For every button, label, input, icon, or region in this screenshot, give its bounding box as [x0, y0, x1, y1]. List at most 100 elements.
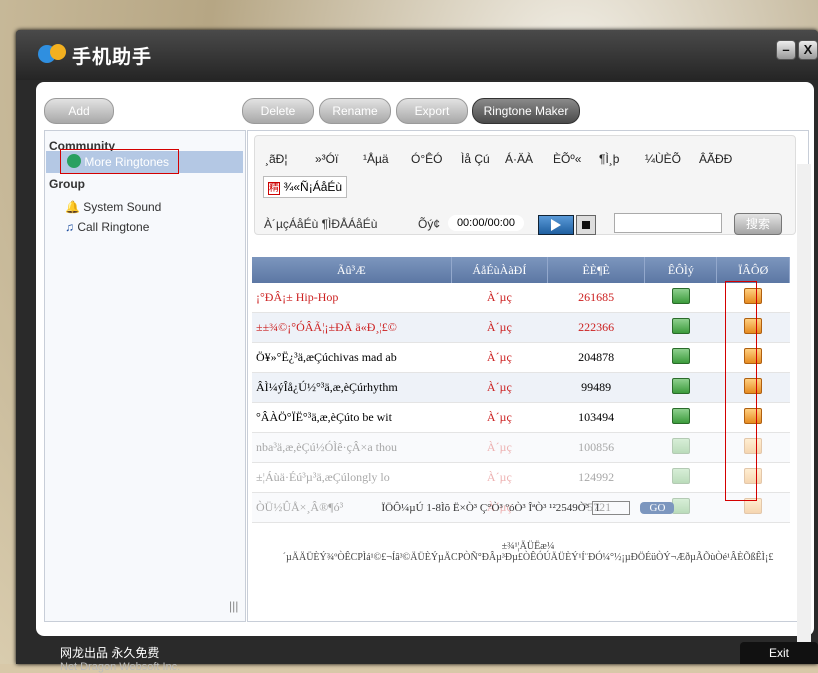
close-button[interactable]: X [798, 40, 818, 60]
ringtone-name: ¡°ÐÂ¡± Hip-Hop [252, 283, 452, 313]
footer-line2: Net Dragon Websoft Inc. [60, 661, 181, 673]
tab-label: ¾«Ñ¡ÁåÉù [283, 180, 343, 194]
preview-cell [644, 312, 717, 343]
ringtone-table: Ãû³Æ ÁåÉùÀàÐÍ ÈÈ¶È ÊÔÌý ÏÂÔØ ¡°ÐÂ¡± Hip-… [252, 257, 790, 523]
exit-button[interactable]: Exit [740, 642, 818, 664]
disclaimer-note: ±¾¹¦ÄÜËæ¼´µÄÄÜÈÝ¾ºÒÊCPÌá¹©£¬Íâ³©ÄÜÈÝµÄCP… [282, 541, 774, 563]
pager-text: ÏÖÔ¼µÚ 1-8Ìõ Ë×Ò³ Ç°Ò³ ºóÒ³ ÎªÒ³ ¹²2549Ò… [381, 502, 589, 514]
export-button[interactable]: Export [396, 98, 468, 124]
category-tab[interactable]: ÂÃÐÐ [699, 152, 732, 166]
table-row[interactable]: nba³ä,æ,èÇú½ÓÌê·çÂ×a thou À´µç 100856 [252, 432, 790, 463]
minimize-button[interactable]: – [776, 40, 796, 60]
bell-icon: 🔔 [65, 200, 80, 214]
ringtone-type: À´µç [451, 432, 548, 463]
category-tab[interactable]: ¶Ì¸þ [599, 152, 619, 166]
highlight-box [60, 149, 179, 174]
preview-icon[interactable] [671, 377, 690, 394]
preview-cell [644, 283, 717, 313]
player-bar: À´µçÁåÉù ¶ÌÐÅÁåÉù Õý¢ 00:00/00:00 搜索 [258, 203, 783, 237]
category-tab[interactable]: ÈÕº« [553, 152, 581, 166]
tab-featured[interactable]: 精 ¾«Ñ¡ÁåÉù [263, 176, 348, 198]
ringtone-heat: 100856 [547, 432, 645, 463]
featured-icon: 精 [268, 182, 280, 195]
ringtone-heat: 261685 [547, 283, 645, 313]
preview-icon[interactable] [671, 437, 690, 454]
preview-icon[interactable] [671, 287, 690, 304]
sidebar-item-system-sound[interactable]: 🔔 System Sound [65, 197, 161, 217]
search-button[interactable]: 搜索 [734, 213, 782, 235]
ringtone-content: ¸ãÐ¦ »³Óï ¹Åµä Ó°ÊÓ Ìå Çú Á·ÄÀ ÈÕº« ¶Ì¸þ… [247, 130, 809, 622]
ringtone-type: À´µç [451, 342, 548, 373]
table-row[interactable]: ÂÌ¼ýÎå¿Ú½°³ä,æ,èÇúrhythm À´µç 99489 [252, 372, 790, 403]
preview-cell [644, 372, 717, 403]
pagination: ÏÖÔ¼µÚ 1-8Ìõ Ë×Ò³ Ç°Ò³ ºóÒ³ ÎªÒ³ ¹²2549Ò… [248, 501, 808, 515]
ringtone-heat: 204878 [547, 342, 645, 373]
category-tab[interactable]: ¼ÙÈÕ [645, 152, 681, 166]
category-tab[interactable]: Ìå Çú [461, 152, 490, 166]
ringtone-heat: 103494 [547, 402, 645, 433]
ringtone-heat: 99489 [547, 372, 645, 403]
ringtone-type: À´µç [451, 402, 548, 433]
app-window: 手机助手 – X Add Delete Rename Export Ringto… [16, 30, 818, 673]
preview-cell [644, 402, 717, 433]
ringtone-heat: 124992 [547, 462, 645, 493]
table-row[interactable]: °ÂÀÖ°ÏË°³ä,æ,èÇúto be wit À´µç 103494 [252, 402, 790, 433]
preview-icon[interactable] [671, 467, 690, 484]
ringtone-type: À´µç [451, 312, 548, 343]
ringtone-name: ÂÌ¼ýÎå¿Ú½°³ä,æ,èÇúrhythm [252, 372, 452, 403]
add-button[interactable]: Add [44, 98, 114, 124]
ringtone-name: °ÂÀÖ°ÏË°³ä,æ,èÇúto be wit [252, 402, 452, 433]
category-tab[interactable]: »³Óï [315, 152, 338, 166]
music-note-icon: ♫ [65, 220, 74, 234]
player-type-label: À´µçÁåÉù ¶ÌÐÅÁåÉù [264, 217, 378, 231]
sidebar-item-call-ringtone[interactable]: ♫ Call Ringtone [65, 217, 149, 237]
download-highlight-box [725, 281, 757, 501]
app-logo-icon [38, 44, 66, 63]
preview-cell [644, 342, 717, 373]
ringtone-heat: 222366 [547, 312, 645, 343]
column-header[interactable]: ÁåÉùÀàÐÍ [451, 257, 549, 283]
sidebar-item-label: Call Ringtone [77, 220, 150, 234]
search-input[interactable] [614, 213, 722, 233]
ringtone-type: À´µç [451, 372, 548, 403]
sidebar-collapse-handle[interactable]: ||| [229, 599, 238, 613]
ringtone-name: nba³ä,æ,èÇú½ÓÌê·çÂ×a thou [252, 432, 452, 463]
table-row[interactable]: ¡°ÐÂ¡± Hip-Hop À´µç 261685 [252, 283, 790, 313]
preview-icon[interactable] [671, 347, 690, 364]
ringtone-name: Ö¥»°Ë¿³ä,æÇúchivas mad ab [252, 342, 452, 373]
preview-icon[interactable] [671, 407, 690, 424]
time-display: 00:00/00:00 [448, 215, 524, 231]
page-input[interactable]: 1 [591, 501, 630, 515]
column-header[interactable]: ÈÈ¶È [547, 257, 646, 283]
ringtone-type: À´µç [451, 283, 548, 313]
table-header: Ãû³Æ ÁåÉùÀàÐÍ ÈÈ¶È ÊÔÌý ÏÂÔØ [252, 257, 790, 283]
column-header[interactable]: Ãû³Æ [252, 257, 452, 283]
table-row[interactable]: Ö¥»°Ë¿³ä,æÇúchivas mad ab À´µç 204878 [252, 342, 790, 373]
play-icon [551, 219, 561, 231]
preview-icon[interactable] [671, 317, 690, 334]
table-row[interactable]: ±¦Áùä·Éú³µ³ä,æÇúlongly lo À´µç 124992 [252, 462, 790, 493]
stop-button[interactable] [576, 215, 596, 235]
delete-button[interactable]: Delete [242, 98, 314, 124]
category-tab[interactable]: Á·ÄÀ [505, 152, 533, 166]
sidebar: Community More Ringtones Group 🔔 System … [44, 130, 246, 622]
column-header[interactable]: ÏÂÔØ [716, 257, 790, 283]
footer-brand: 网龙出品 永久免费 Net Dragon Websoft Inc. [60, 644, 180, 673]
ringtone-name: ±¦Áùä·Éú³µ³ä,æÇúlongly lo [252, 462, 452, 493]
sidebar-item-label: System Sound [83, 200, 162, 214]
sidebar-heading-group: Group [49, 177, 85, 191]
app-title: 手机助手 [72, 47, 153, 68]
preview-cell [644, 462, 717, 493]
vertical-scrollbar[interactable] [797, 164, 811, 644]
play-button[interactable] [538, 215, 574, 235]
category-tab[interactable]: ¹Åµä [363, 152, 389, 166]
title-bar: 手机助手 – X [16, 30, 818, 80]
ringtone-maker-button[interactable]: Ringtone Maker [472, 98, 580, 124]
rename-button[interactable]: Rename [319, 98, 391, 124]
column-header[interactable]: ÊÔÌý [644, 257, 718, 283]
category-tab[interactable]: Ó°ÊÓ [411, 152, 442, 166]
category-tab[interactable]: ¸ãÐ¦ [265, 152, 287, 166]
stop-icon [582, 221, 590, 229]
go-button[interactable]: GO [640, 502, 675, 514]
table-row[interactable]: ±±¾©¡°ÓÂÃ¦¡±ÐÄ ä«Ð¸¦£© À´µç 222366 [252, 312, 790, 343]
